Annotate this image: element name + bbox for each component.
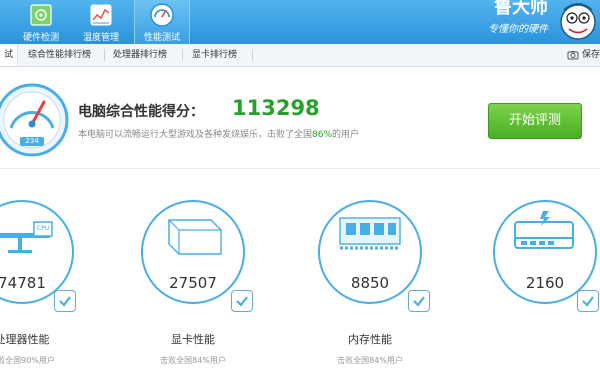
section-divider <box>0 168 600 169</box>
brand-title: 鲁大师 <box>494 0 548 18</box>
tab-separator <box>104 49 105 61</box>
disk-icon <box>514 211 574 249</box>
tab-separator <box>252 49 253 61</box>
cpu-chip-label: CPU <box>36 225 50 232</box>
tab-separator <box>182 49 183 61</box>
speedometer-icon <box>150 3 174 27</box>
tab-bar: 试 综合性能排行榜 处理器排行榜 显卡排行榜 保存 <box>0 44 600 67</box>
tab-overall-ranking[interactable]: 综合性能排行榜 <box>28 44 91 66</box>
chip-icon <box>30 4 52 26</box>
check-icon <box>577 290 599 312</box>
save-screenshot-label: 保存 <box>581 50 600 60</box>
memory-performance-card: 8850 内存性能 击败全国84%用户 <box>318 200 430 388</box>
speedometer-gauge-icon <box>0 83 69 157</box>
brand-slogan: 专懂你的硬件 <box>488 24 548 35</box>
memory-performance-title: 内存性能 <box>348 333 392 346</box>
nav-performance-test[interactable]: 性能测试 <box>134 0 190 44</box>
score-description: 本电脑可以流畅运行大型游戏及各种发烧娱乐，击败了全国86%的用户 <box>78 127 359 140</box>
nav-label: 硬件检测 <box>22 33 59 43</box>
memory-performance-beat-text: 击败全国84%用户 <box>337 356 403 365</box>
cpu-performance-beat-text: 击败全国90%用户 <box>0 356 55 365</box>
cpu-performance-card: CPU 74781 处理器性能 击败全国90%用户 <box>0 200 80 388</box>
nav-label: 性能测试 <box>143 33 180 43</box>
gpu-performance-title: 显卡性能 <box>171 333 215 346</box>
disk-performance-card: 2160 <box>493 200 600 388</box>
nav-hardware-detect[interactable]: 硬件检测 <box>14 0 68 44</box>
score-label: 电脑综合性能得分： <box>78 104 204 120</box>
camera-icon <box>567 50 579 59</box>
tab-gpu-ranking[interactable]: 显卡排行榜 <box>192 44 237 66</box>
gpu-score-value: 27507 <box>169 274 217 292</box>
check-icon <box>54 290 76 312</box>
score-value: 113298 <box>232 96 320 120</box>
mascot-logo-icon <box>560 3 596 40</box>
check-icon <box>408 290 430 312</box>
graphics-card-icon <box>168 219 222 255</box>
nav-label: 温度管理 <box>82 33 119 43</box>
cpu-performance-title: 处理器性能 <box>0 333 50 346</box>
nav-temperature[interactable]: 温度管理 <box>74 0 128 44</box>
tab-cpu-ranking[interactable]: 处理器排行榜 <box>113 44 167 66</box>
cpu-icon <box>0 221 53 253</box>
top-header: 硬件检测 温度管理 性能测试 鲁大师 专懂你的硬件 <box>0 0 600 44</box>
temperature-icon <box>90 4 112 26</box>
gpu-performance-card: 27507 显卡性能 击败全国84%用户 <box>141 200 253 388</box>
start-benchmark-button[interactable]: 开始评测 <box>488 103 582 139</box>
memory-icon <box>339 217 401 250</box>
check-icon <box>231 290 253 312</box>
tab-performance-test[interactable]: 试 <box>0 44 19 66</box>
brand: 鲁大师 专懂你的硬件 <box>488 0 548 35</box>
score-desc-prefix: 本电脑可以流畅运行大型游戏及各种发烧娱乐，击败了全国 <box>78 130 313 140</box>
score-desc-suffix: 的用户 <box>332 130 360 140</box>
memory-score-value: 8850 <box>350 274 390 292</box>
gauge-digits: 234 <box>25 137 39 145</box>
score-desc-percent: 86% <box>312 130 333 140</box>
gpu-performance-beat-text: 击败全国84%用户 <box>160 356 226 365</box>
save-screenshot-button[interactable]: 保存 <box>567 44 600 66</box>
